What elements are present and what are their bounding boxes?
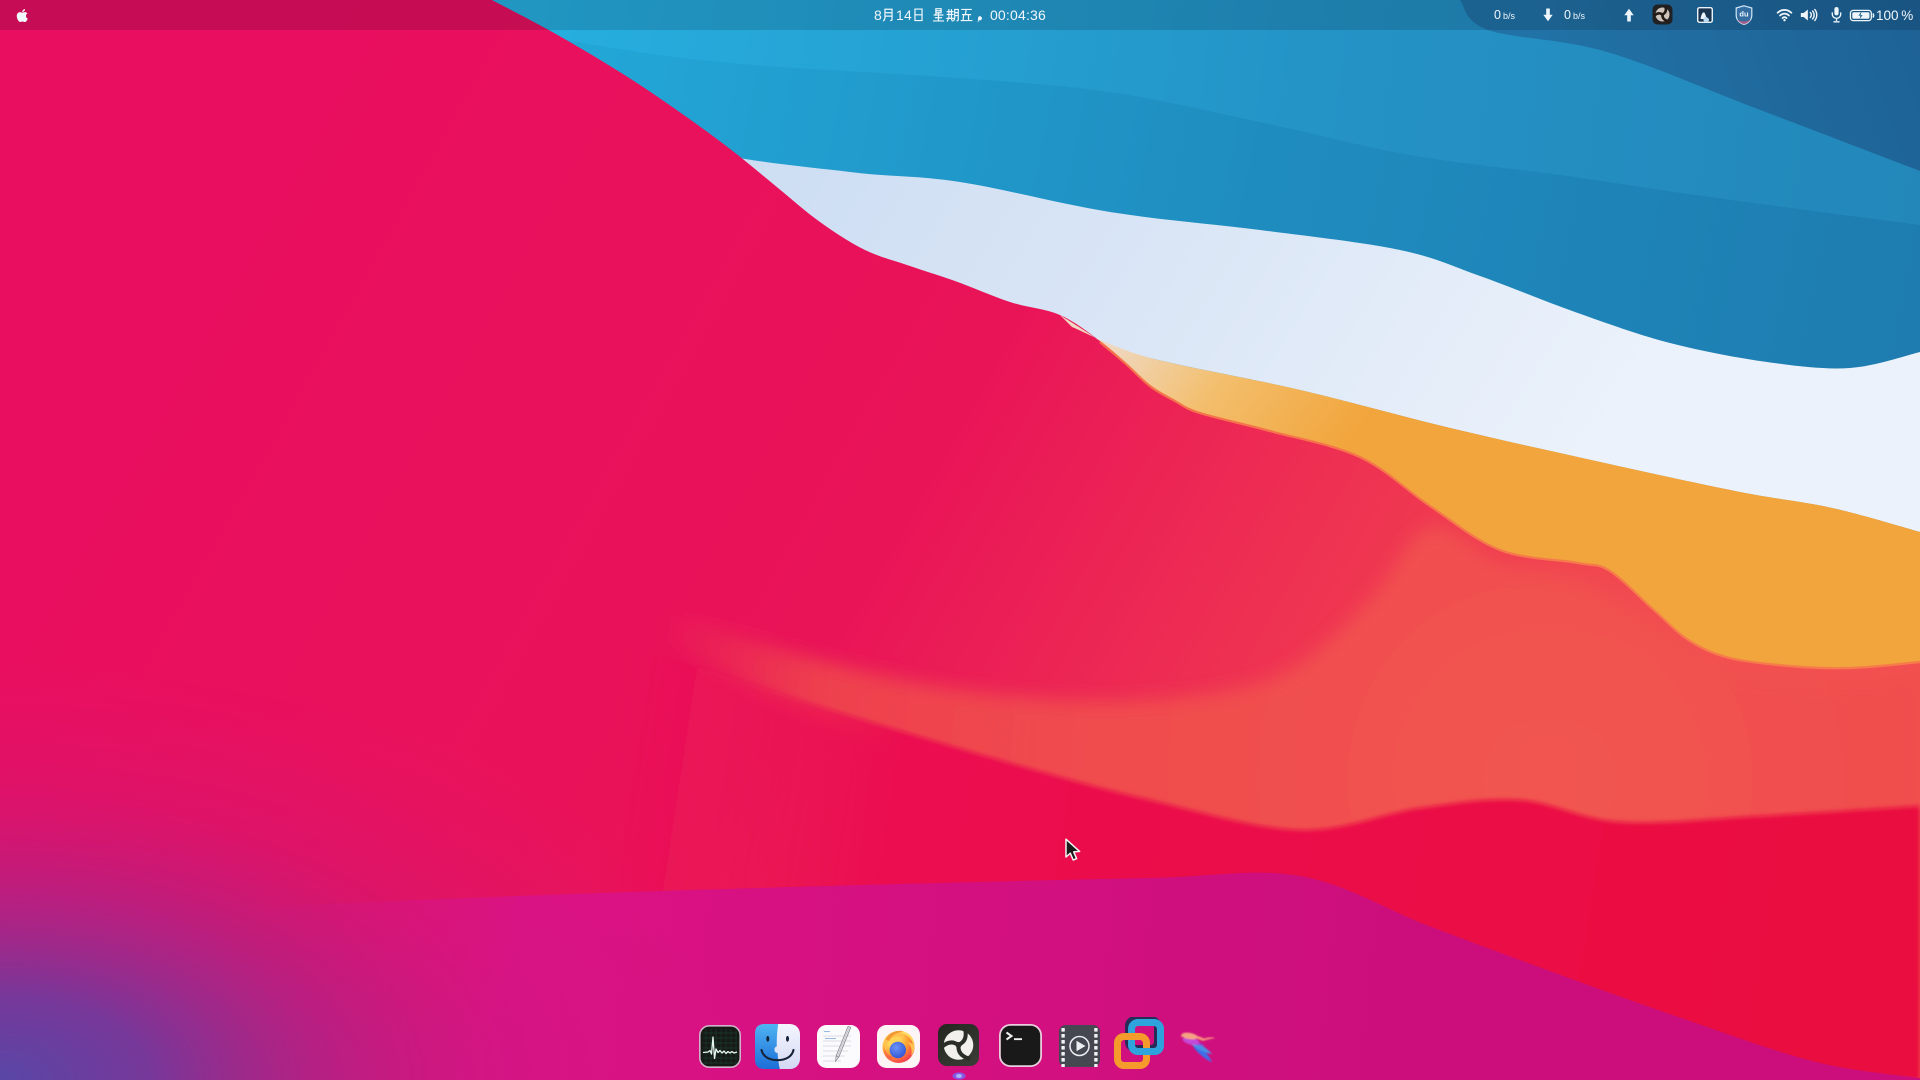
- svg-text:du: du: [1739, 10, 1749, 19]
